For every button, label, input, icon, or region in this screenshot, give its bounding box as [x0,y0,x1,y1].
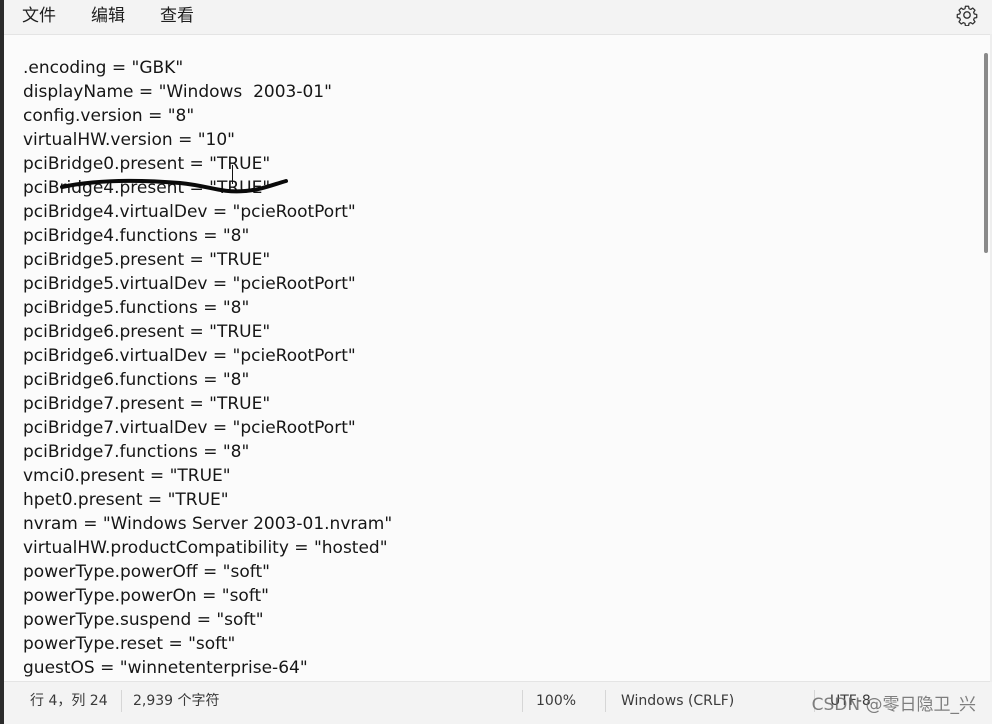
editor-line: .encoding = "GBK" [23,58,184,78]
watermark: CSDN @零日隐卫_兴 [811,695,976,715]
editor-line: vmci0.present = "TRUE" [23,466,231,486]
editor-line: guestOS = "winnetenterprise-64" [23,658,308,678]
editor-line: pciBridge6.functions = "8" [23,370,250,390]
gear-icon[interactable] [956,4,978,26]
menu-view[interactable]: 查看 [160,4,194,28]
editor-line: powerType.suspend = "soft" [23,610,264,630]
editor-line: powerType.powerOn = "soft" [23,586,269,606]
editor-line: pciBridge7.virtualDev = "pcieRootPort" [23,418,356,438]
line-ending[interactable]: Windows (CRLF) [621,692,734,710]
editor-line: pciBridge4.virtualDev = "pcieRootPort" [23,202,356,222]
text-caret [232,165,233,184]
editor-lines: .encoding = "GBK" displayName = "Windows … [23,56,392,680]
editor-line: pciBridge4.present = "TRUE" [23,178,271,198]
editor-line: pciBridge7.present = "TRUE" [23,394,271,414]
cursor-position: 行 4，列 24 [30,693,108,709]
editor-line: virtualHW.productCompatibility = "hosted… [23,538,388,558]
editor-line: pciBridge0.present = "TRUE" [23,154,271,174]
editor-line: nvram = "Windows Server 2003-01.nvram" [23,514,393,534]
editor-line: pciBridge5.present = "TRUE" [23,250,271,270]
status-divider [522,690,523,712]
editor-line: pciBridge5.functions = "8" [23,298,250,318]
editor-line: hpet0.present = "TRUE" [23,490,229,510]
editor-line: powerType.reset = "soft" [23,634,236,654]
menu-edit[interactable]: 编辑 [91,4,125,28]
editor-line: pciBridge6.virtualDev = "pcieRootPort" [23,346,356,366]
status-divider [605,690,606,712]
editor-line: pciBridge6.present = "TRUE" [23,322,271,342]
menu-file[interactable]: 文件 [22,4,56,28]
editor-line: config.version = "8" [23,106,195,126]
menu-bar: 文件 编辑 查看 [4,0,992,34]
editor-line: powerType.powerOff = "soft" [23,562,270,582]
zoom-level[interactable]: 100% [536,692,576,710]
vertical-scrollbar[interactable] [984,53,988,253]
status-bar: 行 4，列 24 2,939 个字符 100% Windows (CRLF) U… [4,682,992,724]
status-divider [121,690,122,712]
editor-line: virtualHW.version = "10" [23,130,235,150]
character-count: 2,939 个字符 [133,693,220,709]
editor-line: pciBridge5.virtualDev = "pcieRootPort" [23,274,356,294]
text-editor[interactable]: .encoding = "GBK" displayName = "Windows … [4,34,990,682]
editor-line: displayName = "Windows 2003-01" [23,82,332,102]
editor-line: pciBridge7.functions = "8" [23,442,250,462]
editor-line: pciBridge4.functions = "8" [23,226,250,246]
